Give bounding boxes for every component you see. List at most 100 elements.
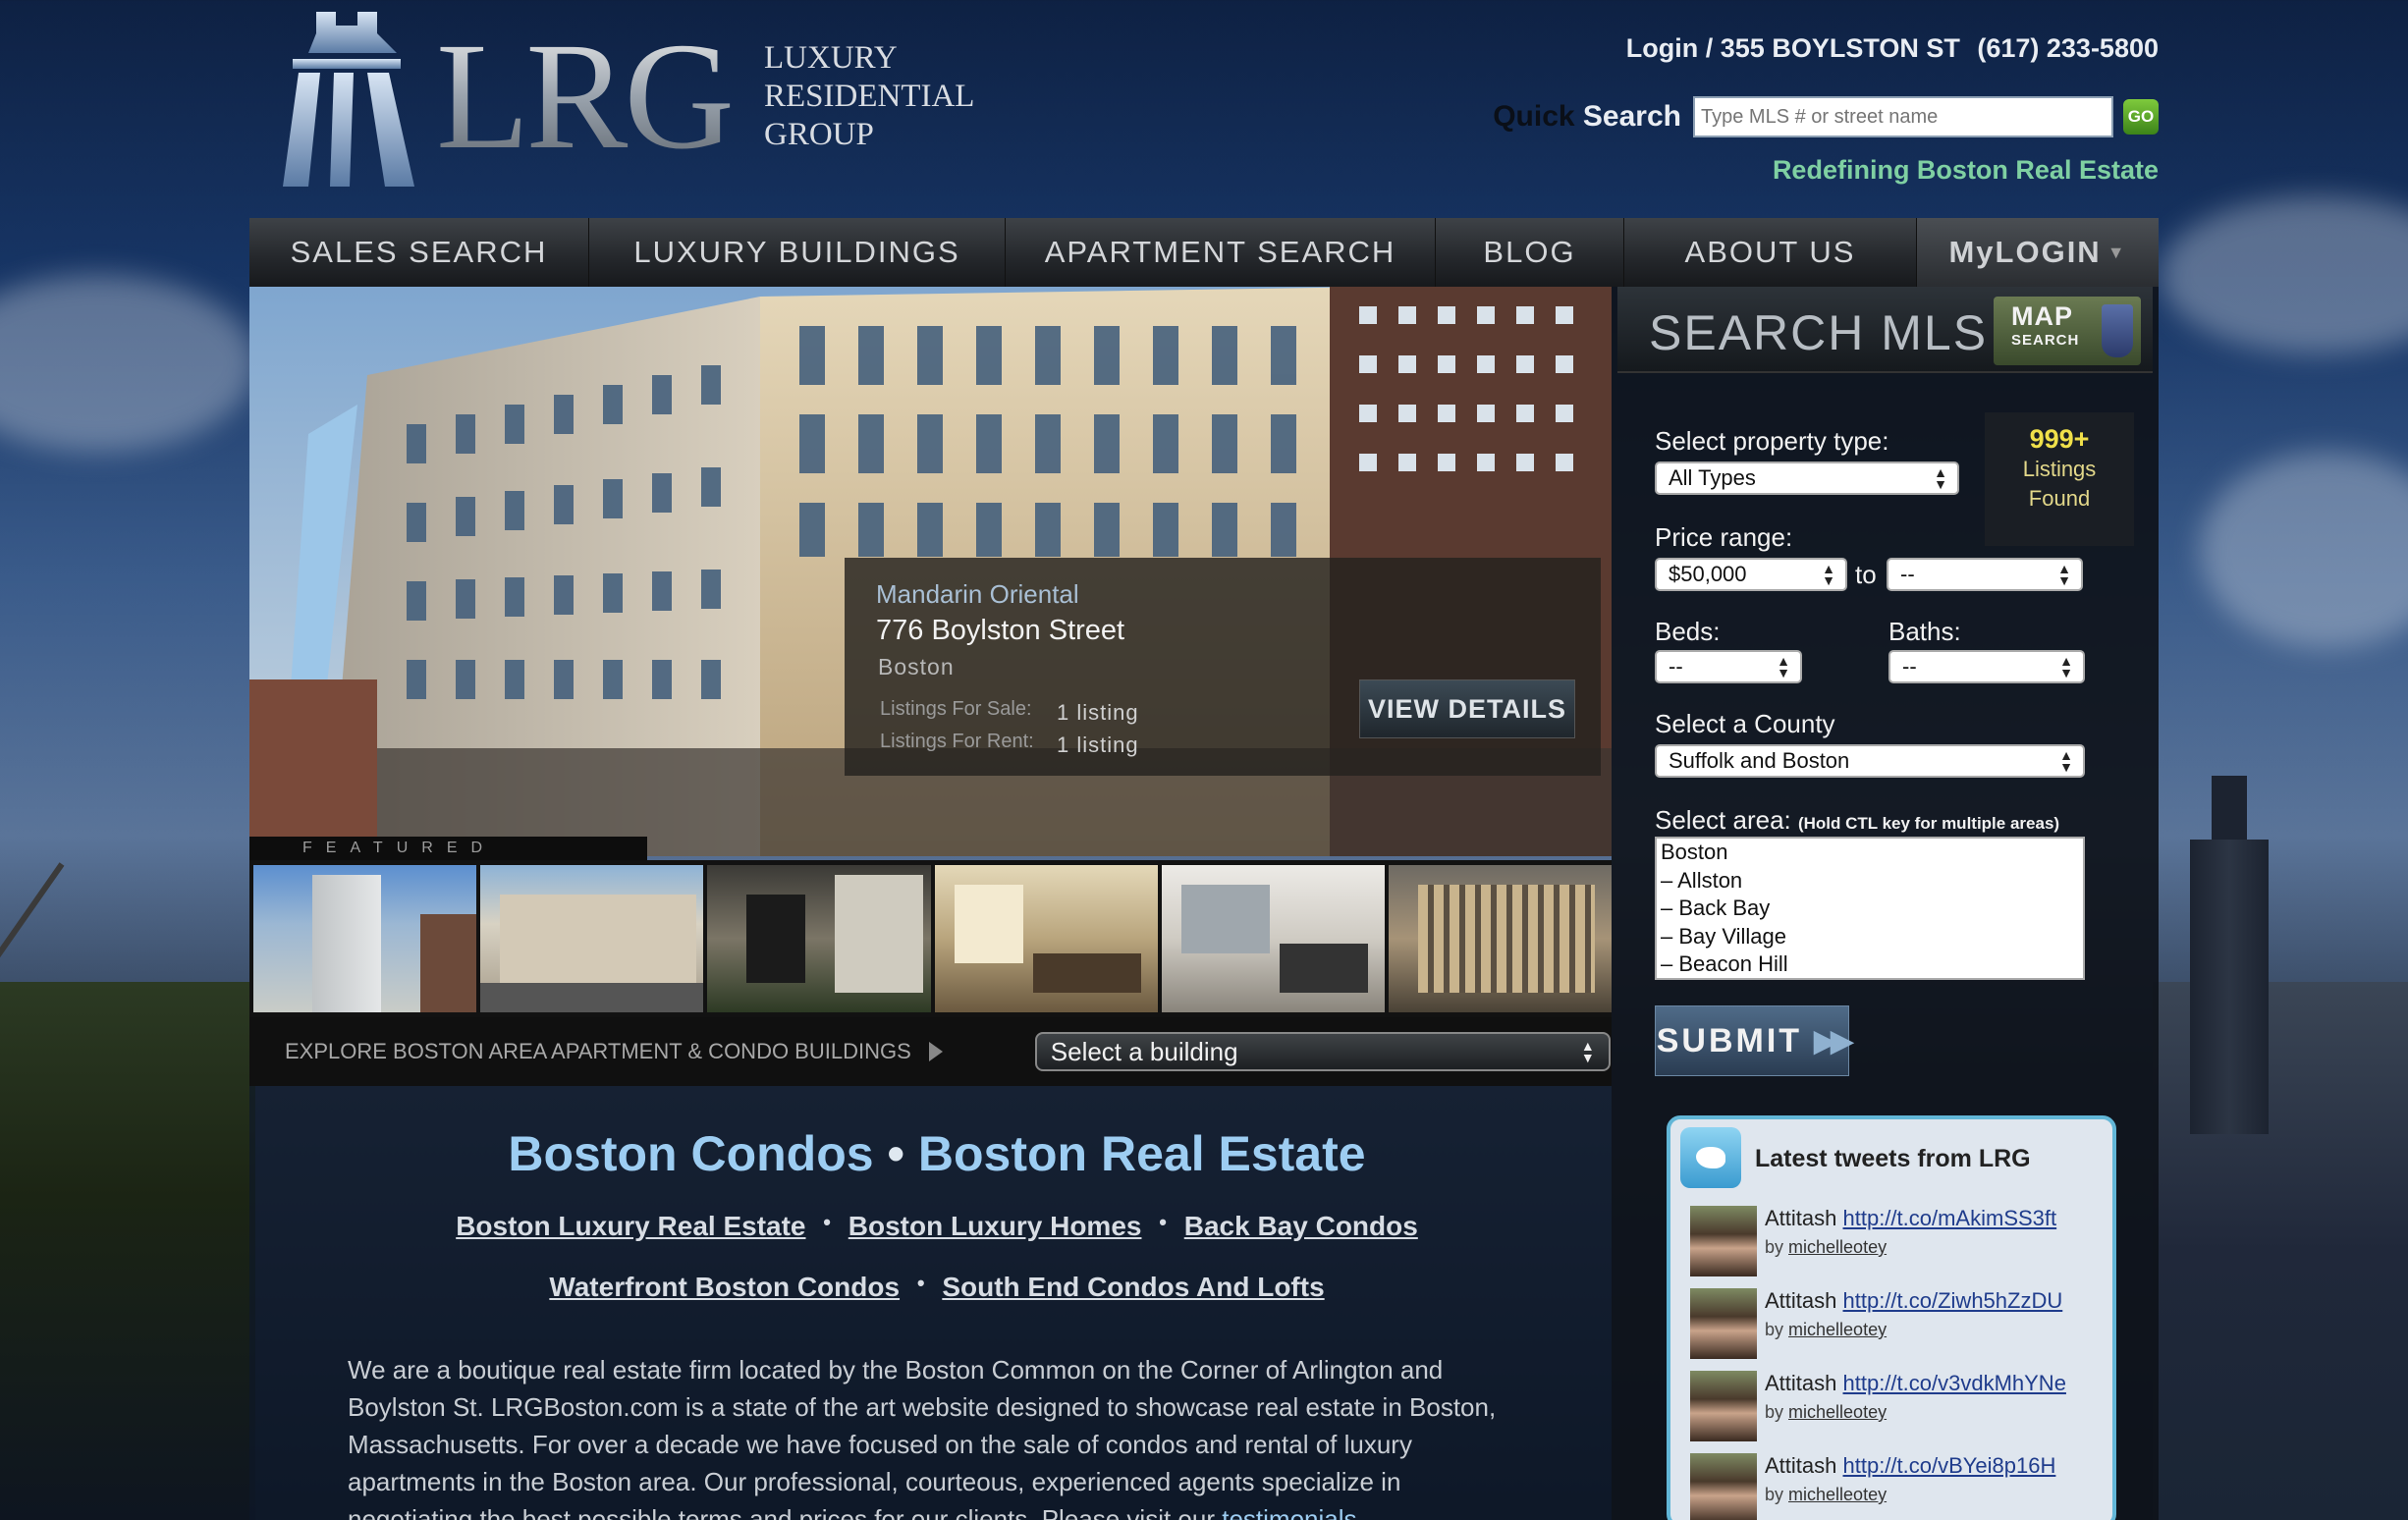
avatar[interactable] (1690, 1371, 1757, 1441)
main-nav: SALES SEARCH LUXURY BUILDINGS APARTMENT … (249, 218, 2159, 287)
explore-buildings-bar: EXPLORE BOSTON AREA APARTMENT & CONDO BU… (249, 1017, 1612, 1086)
mls-submit-button[interactable]: SUBMIT ▶▶ (1655, 1005, 1853, 1076)
baths-select[interactable]: -- ▲ ▼ (1888, 650, 2085, 683)
nav-luxury-buildings[interactable]: LUXURY BUILDINGS (589, 218, 1006, 287)
select-arrows-icon: ▲ ▼ (2059, 747, 2073, 775)
listing-thumbnail[interactable] (480, 865, 704, 1012)
quick-search-go-button[interactable]: GO (2123, 99, 2159, 135)
price-max-select[interactable]: -- ▲ ▼ (1887, 558, 2083, 591)
beds-value: -- (1669, 654, 1683, 679)
quick-search-label: Quick Search (1493, 100, 1681, 134)
double-chevron-right-icon: ▶▶ (1814, 1024, 1853, 1058)
link-boston-luxury-real-estate[interactable]: Boston Luxury Real Estate (456, 1211, 805, 1241)
nav-blog[interactable]: BLOG (1436, 218, 1624, 287)
listings-for-rent-label: Listings For Rent: (880, 731, 1034, 752)
tweet-user-link[interactable]: michelleotey (1788, 1237, 1887, 1257)
avatar[interactable] (1690, 1453, 1757, 1520)
tweet-by: by (1765, 1402, 1784, 1422)
link-back-bay-condos[interactable]: Back Bay Condos (1184, 1211, 1418, 1241)
site-logo[interactable]: LRG LUXURY RESIDENTIAL GROUP (279, 12, 1182, 198)
baths-label: Baths: (1888, 617, 1961, 646)
property-type-select[interactable]: All Types ▲ ▼ (1655, 461, 1959, 495)
link-waterfront-boston-condos[interactable]: Waterfront Boston Condos (549, 1272, 900, 1302)
area-option[interactable]: Boston (1661, 839, 2083, 867)
listings-count-label-1: Listings (2022, 457, 2097, 481)
play-arrow-icon (928, 1042, 943, 1061)
login-link[interactable]: Login (1626, 33, 1698, 63)
tweet-link[interactable]: http://t.co/vBYei8p16H (1843, 1453, 2056, 1478)
tweet-byline: by michelleotey (1765, 1237, 1887, 1258)
tweet-link[interactable]: http://t.co/v3vdkMhYNe (1843, 1371, 2066, 1395)
tweets-widget: Latest tweets from LRG Attitash http://t… (1667, 1115, 2116, 1520)
nav-sales-search[interactable]: SALES SEARCH (249, 218, 589, 287)
nav-apartment-search[interactable]: APARTMENT SEARCH (1006, 218, 1436, 287)
link-separator: • (1159, 1210, 1167, 1234)
link-boston-luxury-homes[interactable]: Boston Luxury Homes (848, 1211, 1142, 1241)
area-option[interactable]: – Beacon Hill (1661, 950, 2083, 978)
building-select[interactable]: Select a building ▲ ▼ (1034, 1032, 1611, 1071)
avatar[interactable] (1690, 1206, 1757, 1276)
tweet-item: Attitash http://t.co/Ziwh5hZzDU by miche… (1690, 1286, 2103, 1363)
intro-paragraph: We are a boutique real estate firm locat… (348, 1351, 1526, 1520)
quick-search-input[interactable] (1693, 96, 2113, 137)
select-arrows-icon: ▲ ▼ (1580, 1038, 1595, 1065)
submit-label: SUBMIT (1656, 1021, 1803, 1059)
listing-thumbnail[interactable] (253, 865, 477, 1012)
listings-count-label-2: Found (2028, 486, 2091, 511)
tweet-link[interactable]: http://t.co/mAkimSS3ft (1843, 1206, 2057, 1230)
intro-paragraph-text: We are a boutique real estate firm locat… (348, 1355, 1497, 1520)
avatar[interactable] (1690, 1288, 1757, 1359)
link-separator: • (823, 1210, 831, 1234)
tweet-link[interactable]: http://t.co/Ziwh5hZzDU (1843, 1288, 2063, 1313)
tweet-by: by (1765, 1485, 1784, 1504)
listings-count: 999+ (2029, 424, 2090, 454)
baths-value: -- (1902, 654, 1917, 679)
link-south-end-condos[interactable]: South End Condos And Lofts (942, 1272, 1324, 1302)
view-details-button[interactable]: VIEW DETAILS (1359, 679, 1575, 738)
quick-links-row-2: Waterfront Boston Condos • South End Con… (249, 1271, 1624, 1303)
nav-login-label: LOGIN (1995, 235, 2102, 269)
county-select[interactable]: Suffolk and Boston ▲ ▼ (1655, 744, 2085, 778)
county-value: Suffolk and Boston (1669, 748, 1850, 773)
site-header: LRG LUXURY RESIDENTIAL GROUP Login / 355… (249, 0, 2159, 216)
price-min-value: $50,000 (1669, 562, 1747, 586)
listing-thumbnail[interactable] (934, 865, 1158, 1012)
nav-my-login[interactable]: My LOGIN ▼ (1917, 218, 2159, 287)
beds-select[interactable]: -- ▲ ▼ (1655, 650, 1802, 683)
area-option[interactable]: – Bay Village (1661, 923, 2083, 951)
mls-search-header: SEARCH MLS MAP SEARCH (1617, 287, 2153, 373)
area-option[interactable]: – Back Bay (1661, 895, 2083, 923)
listing-thumbnail[interactable] (1388, 865, 1613, 1012)
columns-logo-icon (283, 12, 414, 187)
contact-line: Login / 355 BOYLSTON ST (617) 233-5800 (1626, 33, 2159, 64)
area-option[interactable]: – Allston (1661, 867, 2083, 896)
tweet-user-link[interactable]: michelleotey (1788, 1402, 1887, 1422)
map-search-button[interactable]: MAP SEARCH (1994, 297, 2141, 365)
area-label-row: Select area: (Hold CTL key for multiple … (1655, 805, 2059, 836)
building-name[interactable]: Mandarin Oriental (876, 579, 1079, 610)
listings-for-rent-value: 1 listing (1057, 733, 1139, 757)
listing-thumbnail[interactable] (707, 865, 931, 1012)
area-label: Select area: (1655, 805, 1791, 835)
property-type-value: All Types (1669, 465, 1756, 490)
nav-login-my: My (1948, 235, 1996, 269)
price-min-select[interactable]: $50,000 ▲ ▼ (1655, 558, 1847, 591)
nav-about-us[interactable]: ABOUT US (1624, 218, 1917, 287)
phone-number[interactable]: (617) 233-5800 (1977, 33, 2159, 63)
select-arrows-icon: ▲ ▼ (1777, 653, 1790, 680)
tweet-user-link[interactable]: michelleotey (1788, 1320, 1887, 1339)
hero-slideshow[interactable]: Mandarin Oriental 776 Boylston Street Bo… (249, 287, 1612, 856)
logo-sub-line: GROUP (764, 117, 874, 152)
explore-buildings-label: EXPLORE BOSTON AREA APARTMENT & CONDO BU… (285, 1039, 911, 1063)
page-title: Boston Condos • Boston Real Estate (249, 1125, 1624, 1182)
listing-thumbnail[interactable] (1161, 865, 1385, 1012)
tweet-byline: by michelleotey (1765, 1320, 1887, 1340)
tweets-header: Latest tweets from LRG (1670, 1119, 2112, 1196)
select-arrows-icon: ▲ ▼ (2057, 561, 2071, 588)
testimonials-link[interactable]: testimonials (1222, 1504, 1356, 1520)
area-multiselect[interactable]: Boston – Allston – Back Bay – Bay Villag… (1655, 837, 2085, 980)
tweet-user-link[interactable]: michelleotey (1788, 1485, 1887, 1504)
tweet-item: Attitash http://t.co/v3vdkMhYNe by miche… (1690, 1369, 2103, 1445)
background-trees (0, 982, 255, 1520)
highway-shield-icon (2102, 304, 2133, 357)
